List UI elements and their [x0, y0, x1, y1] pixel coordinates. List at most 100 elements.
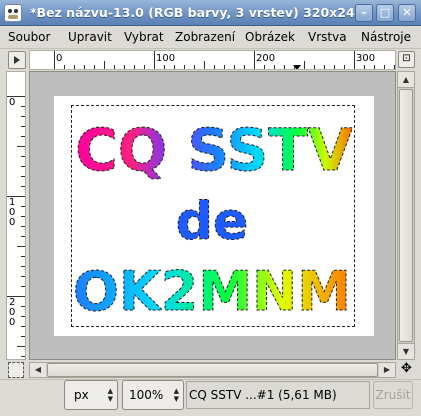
quick-mask-menu-button[interactable] [8, 51, 26, 69]
ruler-tick [214, 65, 215, 69]
ruler-tick [154, 51, 155, 69]
spin-arrows-icon: ▲ ▼ [107, 387, 113, 403]
ruler-tick [334, 65, 335, 69]
close-button[interactable]: ✕ [398, 4, 416, 22]
ruler-tick [21, 136, 25, 137]
ruler-tick [104, 61, 105, 69]
ruler-tick [21, 176, 25, 177]
ruler-tick [134, 65, 135, 69]
ruler-tick [394, 65, 395, 69]
ruler-tick [94, 65, 95, 69]
minimize-button[interactable]: – [355, 4, 373, 22]
ruler-tick [21, 356, 25, 357]
menu-nastroje[interactable]: Nástroje [361, 30, 411, 44]
ruler-tick [21, 306, 25, 307]
ruler-tick [7, 296, 25, 297]
ruler-tick [84, 65, 85, 69]
ruler-tick [74, 65, 75, 69]
ruler-v-label: 0 [9, 97, 16, 108]
ruler-h-label: 100 [156, 53, 176, 64]
zoom-to-window-button[interactable]: ⊡ [398, 51, 415, 68]
ruler-tick [124, 65, 125, 69]
canvas-line-3: OK2MNM [73, 260, 351, 323]
menu-vrstva[interactable]: Vrstva [308, 30, 347, 44]
canvas-text-art: CQ SSTV de OK2MNM [73, 116, 354, 324]
title-bar: *Bez názvu-13.0 (RGB barvy, 3 vrstev) 32… [0, 0, 421, 26]
ruler-tick [21, 336, 25, 337]
ruler-tick [7, 96, 25, 97]
minimize-icon: – [361, 6, 367, 19]
horizontal-scrollbar[interactable]: ◀ ▶ [29, 362, 396, 378]
ruler-tick [54, 51, 55, 69]
scroll-up-arrow-icon[interactable]: ▲ [398, 72, 414, 88]
ruler-tick [21, 266, 25, 267]
ruler-tick [304, 61, 305, 69]
menu-upravit[interactable]: Upravit [68, 30, 112, 44]
vertical-scroll-thumb[interactable] [399, 89, 413, 342]
ruler-tick [21, 116, 25, 117]
ruler-tick [21, 166, 25, 167]
ruler-tick [144, 65, 145, 69]
ruler-tick [21, 326, 25, 327]
unit-value: px [74, 388, 89, 402]
ruler-tick [294, 65, 295, 69]
ruler-tick [114, 65, 115, 69]
menu-soubor[interactable]: Soubor [8, 30, 50, 44]
ruler-tick [184, 65, 185, 69]
ruler-tick [384, 65, 385, 69]
cancel-button[interactable]: Zrušit [373, 381, 413, 409]
ruler-tick [164, 65, 165, 69]
zoom-selector[interactable]: 100% ▲ ▼ [122, 380, 184, 410]
ruler-v-label: 100 [9, 197, 16, 228]
ruler-tick [224, 65, 225, 69]
scroll-right-arrow-icon[interactable]: ▶ [379, 363, 395, 377]
maximize-icon: □ [379, 6, 391, 19]
close-icon: ✕ [402, 6, 412, 19]
ruler-tick [174, 65, 175, 69]
navigate-icon[interactable]: ✥ [398, 362, 415, 378]
canvas-line-2: de [176, 192, 249, 252]
canvas-line-1: CQ SSTV [75, 116, 353, 184]
ruler-tick [324, 65, 325, 69]
ruler-tick [17, 146, 25, 147]
ruler-tick [21, 126, 25, 127]
ruler-tick [194, 65, 195, 69]
ruler-tick [234, 65, 235, 69]
vertical-scrollbar[interactable]: ▲ ▼ [397, 71, 415, 360]
ruler-h-label: 0 [56, 53, 63, 64]
ruler-tick [64, 65, 65, 69]
gimp-app-icon[interactable] [4, 4, 22, 22]
ruler-tick [21, 316, 25, 317]
scroll-left-arrow-icon[interactable]: ◀ [30, 363, 46, 377]
ruler-tick [364, 65, 365, 69]
horizontal-ruler[interactable]: 0 100 200 300 [29, 50, 396, 70]
ruler-tick [254, 51, 255, 69]
scroll-down-arrow-icon[interactable]: ▼ [398, 343, 414, 359]
ruler-tick [17, 346, 25, 347]
ruler-tick [21, 276, 25, 277]
ruler-tick [21, 226, 25, 227]
ruler-tick [264, 65, 265, 69]
horizontal-scroll-thumb[interactable] [47, 363, 378, 377]
ruler-tick [21, 216, 25, 217]
ruler-tick [17, 246, 25, 247]
canvas-area[interactable]: CQ SSTV de OK2MNM [29, 71, 396, 360]
ruler-tick [7, 196, 25, 197]
menu-obrazek[interactable]: Obrázek [245, 30, 295, 44]
vertical-ruler[interactable]: 0 100 200 [6, 71, 26, 360]
ruler-tick [21, 256, 25, 257]
menu-bar: Soubor Upravit Vybrat Zobrazení Obrázek … [0, 26, 421, 49]
menu-vybrat[interactable]: Vybrat [124, 30, 164, 44]
ruler-tick [314, 65, 315, 69]
ruler-h-label: 300 [356, 53, 376, 64]
ruler-tick [21, 236, 25, 237]
quick-mask-toggle[interactable] [8, 362, 24, 378]
zoom-icon: ⊡ [402, 53, 411, 64]
ruler-tick [354, 51, 355, 69]
ruler-tick [204, 61, 205, 69]
menu-zobrazeni[interactable]: Zobrazení [175, 30, 235, 44]
maximize-button[interactable]: □ [376, 4, 394, 22]
ruler-v-label: 200 [9, 297, 16, 328]
unit-selector[interactable]: px ▲ ▼ [64, 380, 118, 410]
image-canvas[interactable]: CQ SSTV de OK2MNM [54, 96, 374, 336]
